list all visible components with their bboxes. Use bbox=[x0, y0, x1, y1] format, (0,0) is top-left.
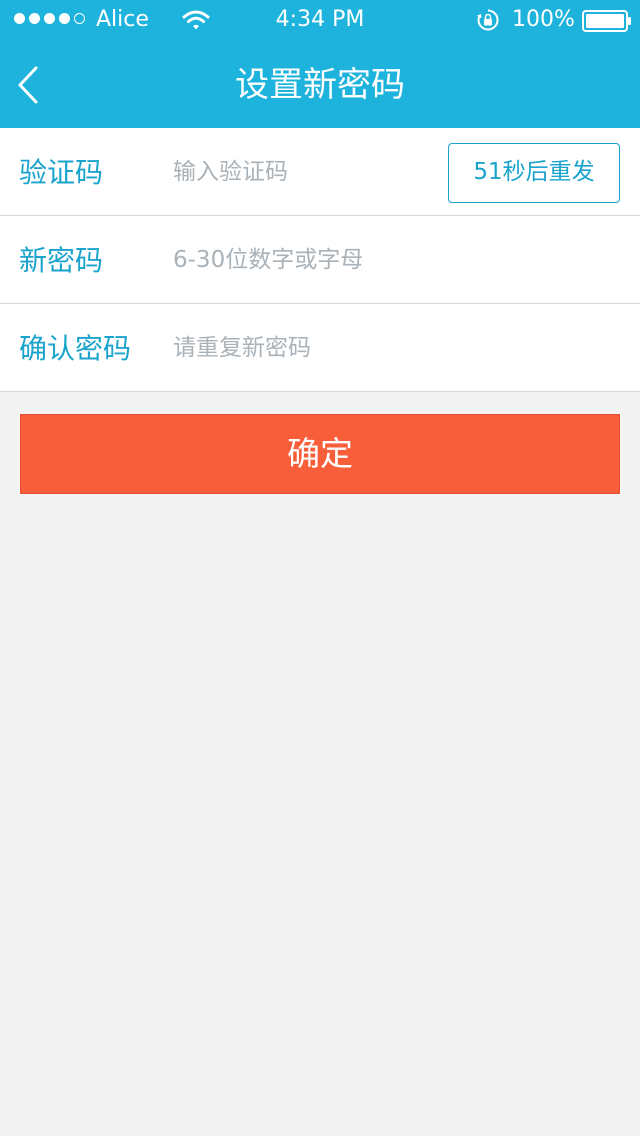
confirm-password-row: 确认密码 bbox=[0, 304, 640, 392]
battery-icon bbox=[582, 10, 631, 32]
confirm-password-label: 确认密码 bbox=[19, 332, 132, 365]
nav-bar: 设置新密码 bbox=[0, 40, 640, 128]
resend-code-button[interactable]: 51秒后重发 bbox=[448, 143, 620, 203]
confirm-button[interactable]: 确定 bbox=[20, 414, 620, 494]
rotation-lock-icon bbox=[477, 9, 499, 31]
top-bar: Alice 4:34 PM 100% 设置新密码 bbox=[0, 0, 640, 128]
battery-percentage: 100% bbox=[512, 7, 575, 32]
verification-code-row: 验证码 51秒后重发 bbox=[0, 128, 640, 216]
status-bar: Alice 4:34 PM 100% bbox=[0, 0, 640, 40]
new-password-input[interactable] bbox=[173, 238, 613, 282]
password-form: 验证码 51秒后重发 新密码 确认密码 bbox=[0, 128, 640, 392]
new-password-row: 新密码 bbox=[0, 216, 640, 304]
confirm-password-input[interactable] bbox=[173, 326, 613, 370]
new-password-label: 新密码 bbox=[19, 244, 104, 277]
verification-code-input[interactable] bbox=[173, 150, 433, 194]
chevron-left-icon bbox=[18, 66, 38, 104]
verification-code-label: 验证码 bbox=[19, 156, 104, 189]
page-title: 设置新密码 bbox=[235, 65, 405, 105]
back-button[interactable] bbox=[12, 64, 48, 106]
